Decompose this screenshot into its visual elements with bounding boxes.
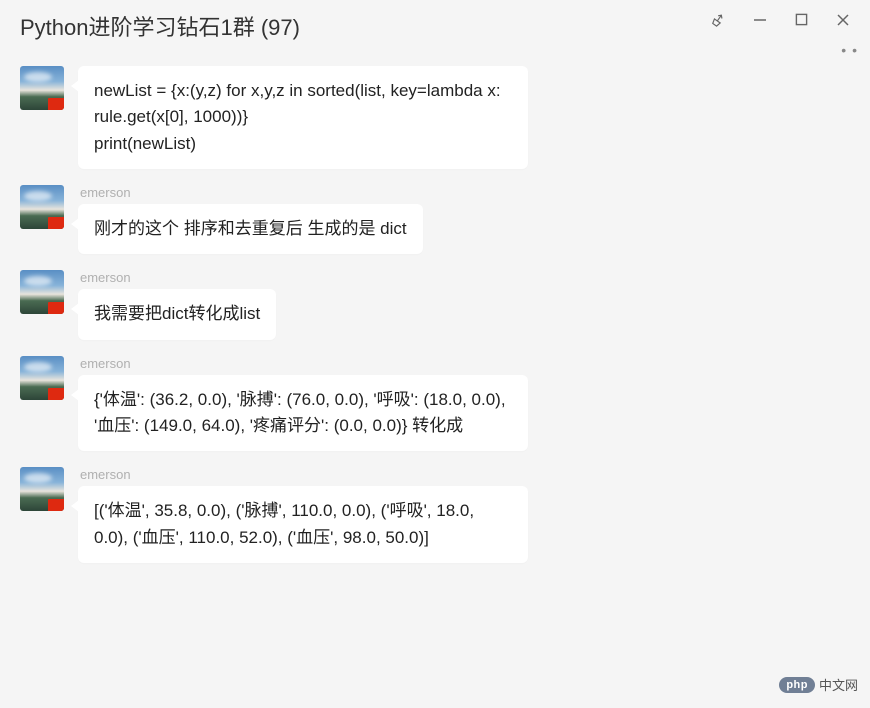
close-icon[interactable] bbox=[836, 13, 850, 32]
avatar[interactable] bbox=[20, 66, 64, 110]
more-icon[interactable]: • • bbox=[841, 42, 858, 58]
avatar[interactable] bbox=[20, 185, 64, 229]
watermark-badge: php bbox=[779, 677, 815, 693]
message-bubble[interactable]: {'体温': (36.2, 0.0), '脉搏': (76.0, 0.0), '… bbox=[78, 375, 528, 452]
chat-title: Python进阶学习钻石1群 (97) bbox=[20, 10, 300, 42]
message-bubble[interactable]: [('体温', 35.8, 0.0), ('脉搏', 110.0, 0.0), … bbox=[78, 486, 528, 563]
pin-icon[interactable] bbox=[711, 13, 725, 32]
window-controls bbox=[711, 13, 850, 32]
message-column: emerson [('体温', 35.8, 0.0), ('脉搏', 110.0… bbox=[78, 467, 528, 563]
sender-name: emerson bbox=[78, 356, 528, 371]
message-row: emerson 刚才的这个 排序和去重复后 生成的是 dict bbox=[20, 185, 850, 254]
message-bubble[interactable]: 刚才的这个 排序和去重复后 生成的是 dict bbox=[78, 204, 423, 254]
sender-name: emerson bbox=[78, 467, 528, 482]
avatar[interactable] bbox=[20, 270, 64, 314]
message-row: emerson {'体温': (36.2, 0.0), '脉搏': (76.0,… bbox=[20, 356, 850, 452]
avatar[interactable] bbox=[20, 356, 64, 400]
message-bubble[interactable]: newList = {x:(y,z) for x,y,z in sorted(l… bbox=[78, 66, 528, 169]
sender-name: emerson bbox=[78, 270, 276, 285]
watermark: php 中文网 bbox=[779, 675, 858, 694]
sender-name: emerson bbox=[78, 185, 423, 200]
minimize-icon[interactable] bbox=[753, 13, 767, 32]
message-column: emerson 我需要把dict转化成list bbox=[78, 270, 276, 339]
chat-area: newList = {x:(y,z) for x,y,z in sorted(l… bbox=[0, 56, 870, 589]
message-row: emerson [('体温', 35.8, 0.0), ('脉搏', 110.0… bbox=[20, 467, 850, 563]
message-column: emerson 刚才的这个 排序和去重复后 生成的是 dict bbox=[78, 185, 423, 254]
chat-header: Python进阶学习钻石1群 (97) bbox=[0, 0, 870, 56]
watermark-text: 中文网 bbox=[819, 675, 858, 694]
message-column: emerson {'体温': (36.2, 0.0), '脉搏': (76.0,… bbox=[78, 356, 528, 452]
message-row: newList = {x:(y,z) for x,y,z in sorted(l… bbox=[20, 66, 850, 169]
message-column: newList = {x:(y,z) for x,y,z in sorted(l… bbox=[78, 66, 528, 169]
avatar[interactable] bbox=[20, 467, 64, 511]
message-row: emerson 我需要把dict转化成list bbox=[20, 270, 850, 339]
maximize-icon[interactable] bbox=[795, 13, 808, 31]
message-bubble[interactable]: 我需要把dict转化成list bbox=[78, 289, 276, 339]
